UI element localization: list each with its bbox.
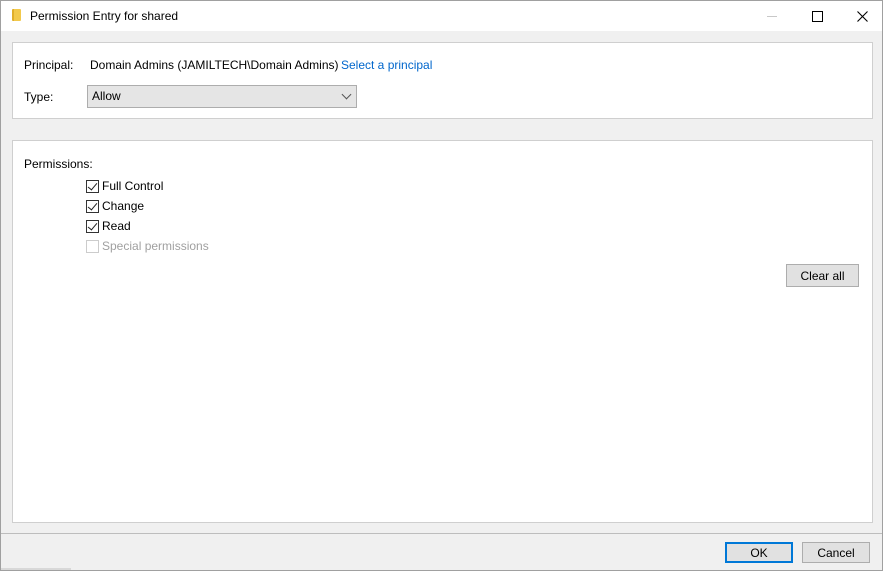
principal-value: Domain Admins (JAMILTECH\Domain Admins)	[90, 58, 339, 72]
permission-special: Special permissions	[86, 237, 209, 255]
permissions-label: Permissions:	[24, 157, 93, 171]
permission-entry-dialog: Permission Entry for shared Principal: D…	[0, 0, 883, 571]
footer-divider	[1, 533, 882, 534]
chevron-down-icon	[341, 89, 352, 100]
maximize-button[interactable]	[794, 1, 840, 31]
minimize-button[interactable]	[749, 1, 795, 31]
close-icon	[856, 10, 868, 22]
principal-group: Principal: Domain Admins (JAMILTECH\Doma…	[12, 42, 873, 119]
permission-label: Full Control	[102, 179, 164, 193]
folder-icon	[12, 9, 21, 21]
ok-button[interactable]: OK	[725, 542, 793, 563]
type-select[interactable]: Allow	[87, 85, 357, 108]
principal-label: Principal:	[24, 58, 74, 72]
permission-change[interactable]: Change	[86, 197, 144, 215]
minimize-icon	[767, 15, 777, 17]
permission-read[interactable]: Read	[86, 217, 131, 235]
permission-label: Change	[102, 199, 145, 213]
select-principal-link[interactable]: Select a principal	[341, 58, 432, 72]
checkbox-full-control[interactable]	[86, 179, 99, 193]
type-select-value: Allow	[92, 89, 121, 103]
clear-all-button[interactable]: Clear all	[786, 264, 859, 287]
checkbox-special-permissions	[86, 239, 99, 253]
permissions-group: Permissions: Full Control Change Read Sp…	[12, 140, 873, 523]
window-title: Permission Entry for shared	[30, 9, 179, 23]
permission-label: Read	[102, 219, 131, 233]
title-bar: Permission Entry for shared	[1, 1, 882, 31]
permission-full-control[interactable]: Full Control	[86, 177, 163, 195]
maximize-icon	[811, 10, 823, 22]
checkbox-read[interactable]	[86, 219, 99, 233]
cancel-button[interactable]: Cancel	[802, 542, 870, 563]
permission-label: Special permissions	[102, 239, 209, 253]
checkbox-change[interactable]	[86, 199, 99, 213]
close-button[interactable]	[839, 1, 883, 31]
resize-grip	[1, 568, 71, 570]
type-label: Type:	[24, 90, 54, 104]
